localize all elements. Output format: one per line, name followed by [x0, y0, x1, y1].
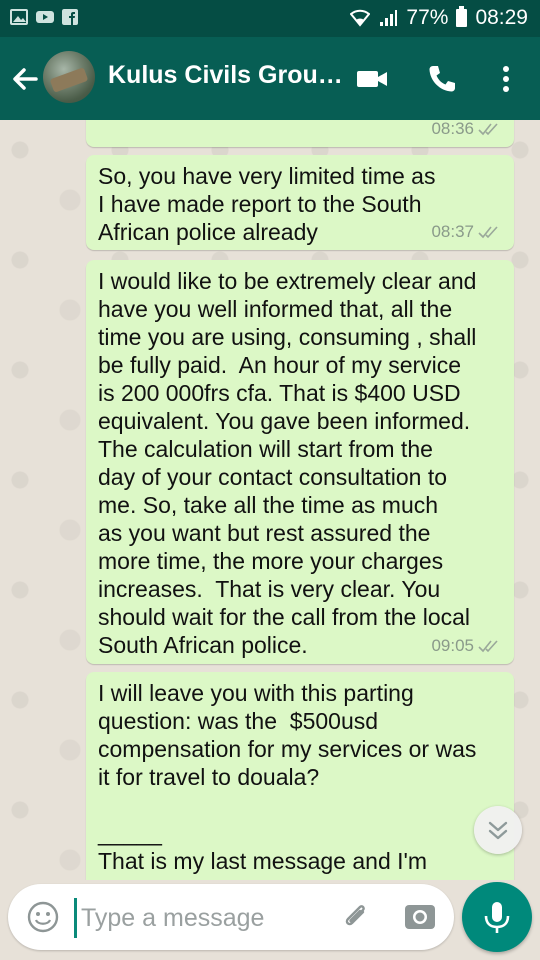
camera-icon[interactable] [402, 898, 438, 934]
microphone-icon [484, 902, 510, 933]
image-icon [10, 9, 28, 25]
message-text: I would like to be extremely clear and h… [98, 268, 477, 658]
compose-bar [8, 884, 454, 950]
double-check-icon [478, 226, 498, 239]
message-meta: 08:36 [431, 120, 500, 139]
signal-icon [380, 10, 398, 26]
battery-percent: 77% [406, 6, 449, 29]
message-bubble[interactable]: So, you have very limited time as I have… [86, 155, 514, 250]
double-check-icon [478, 640, 498, 653]
voice-message-button[interactable] [462, 882, 532, 952]
message-time: 08:36 [431, 120, 474, 138]
phone-icon[interactable] [424, 61, 460, 97]
message-text: I will leave you with this parting quest… [98, 680, 477, 880]
scroll-to-bottom-button[interactable] [474, 806, 522, 854]
message-time: 08:37 [431, 222, 474, 241]
message-bubble[interactable]: 08:36 [86, 120, 514, 147]
chat-area[interactable]: 08:36 So, you have very limited time as … [0, 120, 540, 880]
avatar[interactable] [43, 51, 95, 103]
clock: 08:29 [475, 6, 528, 29]
wifi-icon [350, 9, 371, 27]
double-check-icon [478, 123, 498, 136]
message-meta: 08:37 [431, 222, 500, 242]
message-meta: 09:05 [431, 636, 500, 656]
battery-icon [456, 6, 468, 27]
attach-icon[interactable] [338, 898, 374, 934]
more-vert-icon[interactable] [488, 61, 524, 97]
chevron-double-down-icon [488, 821, 508, 840]
message-input[interactable] [74, 898, 323, 938]
message-time: 09:05 [431, 636, 474, 655]
video-call-icon[interactable] [354, 61, 390, 97]
chat-title[interactable]: Kulus Civils Grou… [108, 61, 353, 90]
back-arrow-icon[interactable] [8, 59, 42, 99]
status-bar: 77% 08:29 [0, 0, 540, 37]
chat-header: Kulus Civils Grou… [0, 37, 540, 120]
emoji-icon[interactable] [26, 900, 60, 934]
message-bubble[interactable]: I would like to be extremely clear and h… [86, 260, 514, 664]
youtube-icon [36, 11, 54, 23]
message-bubble[interactable]: I will leave you with this parting quest… [86, 672, 514, 880]
facebook-icon [62, 9, 78, 25]
